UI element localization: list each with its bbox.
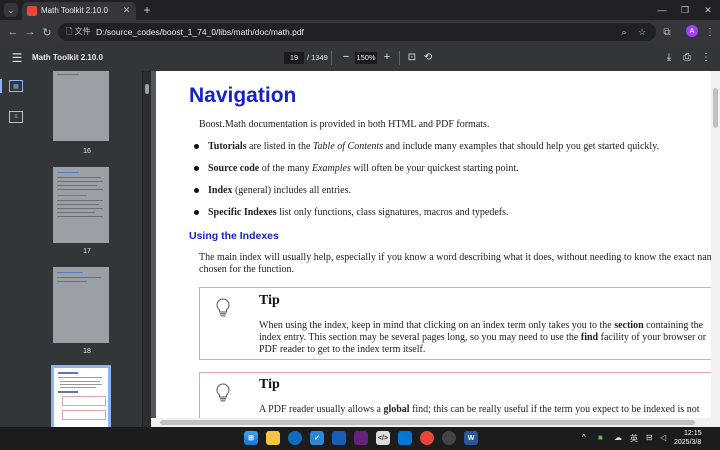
main-index-text-line2: chosen for the function. [199, 264, 294, 275]
zoom-out-icon[interactable]: − [340, 51, 352, 63]
thumbnail-page-19-current[interactable] [51, 365, 111, 427]
lightbulb-icon [216, 298, 230, 317]
windows-taskbar: ⊞ ✓ </> W ^ ■ ☁ 英 ⊟ ◁ 12:15 2025/3/8 [0, 427, 720, 450]
download-icon[interactable]: ⤓ [663, 51, 675, 63]
toolbar-divider [399, 51, 400, 65]
bullet-dot [194, 166, 199, 171]
intro-text: Boost.Math documentation is provided in … [199, 119, 490, 130]
maximize-icon[interactable]: ❐ [677, 3, 693, 17]
clock-date[interactable]: 2025/3/8 [674, 439, 701, 446]
thumbnail-page-17[interactable] [53, 167, 109, 243]
vscode-icon[interactable] [398, 431, 412, 445]
rotate-icon[interactable]: ⟲ [422, 51, 434, 63]
pdf-toolbar: ☰ Math Toolkit 2.10.0 19 / 1349 − 150% +… [0, 44, 720, 71]
tab-math-toolkit[interactable]: Math Toolkit 2.10.0 ✕ [22, 2, 136, 20]
reload-icon[interactable]: ↻ [40, 25, 54, 39]
thumbnail-page-16[interactable] [53, 71, 109, 141]
site-info-label[interactable]: 🗋 文件 [66, 26, 91, 40]
tip-title: Tip [259, 377, 280, 392]
profile-avatar[interactable]: A [686, 25, 698, 37]
main-index-text-line1: The main index will usually help, especi… [199, 252, 719, 263]
zoom-in-icon[interactable]: + [381, 51, 393, 63]
fit-page-icon[interactable]: ⊡ [406, 51, 418, 63]
tab-search-chevron-icon[interactable]: ⌄ [4, 3, 18, 17]
word-icon[interactable]: W [464, 431, 478, 445]
visual-studio-icon[interactable] [354, 431, 368, 445]
address-bar[interactable]: 🗋 文件 D:/source_codes/boost_1_74_0/libs/m… [58, 23, 656, 41]
tray-volume-icon[interactable]: ◁ [660, 433, 666, 442]
code-editor-icon[interactable]: </> [376, 431, 390, 445]
bullet-index: Index (general) includes all entries. [208, 185, 352, 196]
bullet-dot [194, 210, 199, 215]
tip-box: Tip When using the index, keep in mind t… [199, 287, 720, 360]
file-explorer-icon[interactable] [266, 431, 280, 445]
chrome-icon[interactable] [420, 431, 434, 445]
tip-text-line1: A PDF reader usually allows a global fin… [259, 404, 700, 415]
browser-toolbar: ← → ↻ 🗋 文件 D:/source_codes/boost_1_74_0/… [0, 20, 720, 44]
clock-time[interactable]: 12:15 [684, 430, 702, 437]
zoom-input[interactable]: 150% [355, 52, 377, 64]
bullet-source-code: Source code of the many Examples will of… [208, 163, 519, 174]
section-heading: Using the Indexes [189, 230, 279, 242]
sidebar-scroll-thumb[interactable] [145, 84, 149, 94]
back-icon[interactable]: ← [6, 25, 20, 39]
tray-security-icon[interactable]: ■ [598, 433, 603, 442]
tray-cloud-icon[interactable]: ☁ [614, 433, 622, 442]
bookmark-star-icon[interactable]: ☆ [636, 26, 648, 38]
minimize-icon[interactable]: — [654, 3, 670, 17]
outline-view-icon[interactable]: ≡ [9, 111, 23, 123]
print-icon[interactable]: ⎙ [681, 51, 693, 63]
thumbnail-page-18[interactable] [53, 267, 109, 343]
page-total: / 1349 [307, 53, 328, 62]
pdf-viewer: Navigation Boost.Math documentation is p… [151, 71, 720, 427]
tip-text-line3: PDF reader to get to the index term itse… [259, 344, 426, 355]
bullet-dot [194, 144, 199, 149]
url-text[interactable]: D:/source_codes/boost_1_74_0/libs/math/d… [96, 27, 304, 37]
bullet-tutorials: Tutorials are listed in the Table of Con… [208, 141, 660, 152]
toolbar-divider [331, 51, 332, 65]
page-number-input[interactable]: 19 [284, 52, 304, 64]
tray-overflow-chevron-icon[interactable]: ^ [582, 433, 586, 442]
todo-check-icon[interactable]: ✓ [310, 431, 324, 445]
viewer-hscroll-thumb[interactable] [160, 420, 695, 425]
tip-title: Tip [259, 293, 280, 308]
browser-menu-icon[interactable]: ⋮ [703, 25, 717, 39]
sidebar-scrollbar[interactable] [143, 71, 151, 427]
bullet-specific-indexes: Specific Indexes list only functions, cl… [208, 207, 509, 218]
bullet-dot [194, 188, 199, 193]
forward-icon[interactable]: → [23, 25, 37, 39]
tip-text-line1: When using the index, keep in mind that … [259, 320, 704, 331]
tray-network-icon[interactable]: ⊟ [646, 433, 653, 442]
sidebar-rail: ▦ ≡ [0, 71, 32, 427]
pdf-page: Navigation Boost.Math documentation is p… [156, 71, 720, 427]
tab-strip: ⌄ Math Toolkit 2.10.0 ✕ + — ❐ ✕ [0, 0, 720, 20]
page-heading: Navigation [189, 84, 297, 107]
pdf-title: Math Toolkit 2.10.0 [32, 53, 103, 62]
hamburger-menu-icon[interactable]: ☰ [10, 51, 24, 65]
outlook-icon[interactable] [332, 431, 346, 445]
start-windows-icon[interactable]: ⊞ [244, 431, 258, 445]
thumbnail-sidebar: 16 17 18 [32, 71, 142, 427]
tab-close-icon[interactable]: ✕ [121, 5, 132, 16]
new-tab-icon[interactable]: + [140, 3, 154, 17]
ime-language-indicator[interactable]: 英 [630, 433, 638, 444]
thumbnail-label: 16 [83, 148, 91, 155]
close-window-icon[interactable]: ✕ [700, 3, 716, 17]
lightbulb-icon [216, 383, 230, 402]
tab-title: Math Toolkit 2.10.0 [41, 6, 109, 15]
thumbnail-label: 17 [83, 248, 91, 255]
zoom-magnifier-icon[interactable]: ⌕ [618, 26, 630, 38]
extensions-icon[interactable]: ⧉ [660, 25, 674, 39]
rail-active-indicator [0, 79, 2, 93]
tip-text-line2: index entry. This section may be several… [259, 332, 707, 343]
pdf-favicon-icon [27, 6, 37, 16]
app-icon[interactable] [442, 431, 456, 445]
viewer-scroll-thumb[interactable] [713, 88, 718, 128]
thumbnail-label: 18 [83, 348, 91, 355]
edge-browser-icon[interactable] [288, 431, 302, 445]
pdf-more-options-icon[interactable]: ⋮ [700, 51, 712, 63]
thumbnails-view-icon[interactable]: ▦ [9, 80, 23, 92]
file-icon: 🗋 [66, 27, 73, 36]
